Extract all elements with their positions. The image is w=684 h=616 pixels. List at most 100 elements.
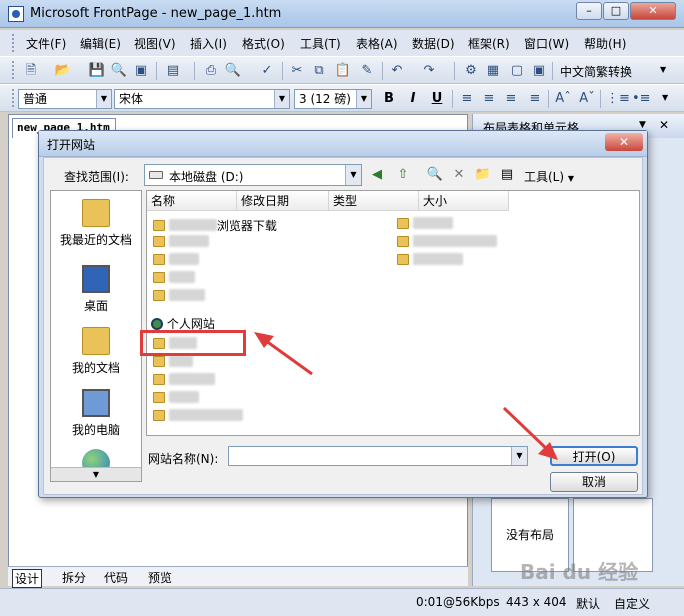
search-icon[interactable]: 🔍 bbox=[110, 62, 128, 79]
sitename-input[interactable]: ▼ bbox=[228, 446, 528, 466]
menu-edit[interactable]: 编辑(E) bbox=[80, 35, 121, 52]
toolbar-grip[interactable] bbox=[12, 61, 16, 79]
places-scroll-down[interactable]: ▼ bbox=[51, 467, 141, 481]
underline-button[interactable]: U bbox=[428, 90, 446, 107]
column-header-modified[interactable]: 修改日期 bbox=[237, 191, 329, 211]
tab-preview[interactable]: 预览 bbox=[148, 569, 172, 586]
open-button[interactable]: 打开(O) bbox=[550, 446, 638, 466]
menu-file[interactable]: 文件(F) bbox=[26, 35, 66, 52]
column-header-type[interactable]: 类型 bbox=[329, 191, 419, 211]
menu-view[interactable]: 视图(V) bbox=[134, 35, 176, 52]
column-header-name[interactable]: 名称 bbox=[147, 191, 237, 211]
list-item[interactable] bbox=[397, 217, 637, 233]
copy-icon[interactable]: ⧉ bbox=[310, 62, 328, 79]
align-right-icon[interactable]: ≡ bbox=[502, 90, 520, 107]
minimize-icon: – bbox=[586, 4, 592, 17]
bullet-list-icon[interactable]: •≡ bbox=[632, 90, 651, 107]
list-item-personal-site[interactable]: 个人网站 bbox=[151, 315, 391, 331]
menu-insert[interactable]: 插入(I) bbox=[190, 35, 227, 52]
chevron-down-icon[interactable]: ▼ bbox=[96, 90, 111, 108]
place-my-computer[interactable]: 我的电脑 bbox=[51, 389, 141, 438]
format-painter-icon[interactable]: ✎ bbox=[358, 62, 376, 79]
menu-tools[interactable]: 工具(T) bbox=[300, 35, 341, 52]
new-page-icon[interactable]: 🗎 bbox=[22, 62, 40, 79]
insert-picture-icon[interactable]: ▣ bbox=[530, 62, 548, 79]
numbered-list-icon[interactable]: ⋮≡ bbox=[606, 90, 630, 107]
justify-icon[interactable]: ≡ bbox=[526, 90, 544, 107]
bold-button[interactable]: B bbox=[380, 90, 398, 107]
chevron-down-icon[interactable]: ▼ bbox=[662, 93, 668, 102]
place-my-documents[interactable]: 我的文档 bbox=[51, 327, 141, 376]
redo-icon[interactable]: ↷ bbox=[420, 62, 438, 79]
layer-icon[interactable]: ▢ bbox=[508, 62, 526, 79]
list-item[interactable] bbox=[153, 235, 393, 251]
spelling-icon[interactable]: ✓ bbox=[258, 62, 276, 79]
preview-icon[interactable]: 🔍 bbox=[224, 62, 242, 79]
chevron-down-icon[interactable]: ▼ bbox=[356, 90, 371, 108]
list-item[interactable] bbox=[153, 355, 393, 371]
menu-window[interactable]: 窗口(W) bbox=[524, 35, 569, 52]
list-item[interactable] bbox=[153, 289, 393, 305]
menu-table[interactable]: 表格(A) bbox=[356, 35, 398, 52]
tab-split[interactable]: 拆分 bbox=[62, 569, 86, 586]
up-folder-icon[interactable]: ⇧ bbox=[394, 166, 412, 184]
insert-table-icon[interactable]: ▦ bbox=[484, 62, 502, 79]
search-web-icon[interactable]: 🔍 bbox=[426, 166, 444, 184]
chevron-down-icon[interactable]: ▼ bbox=[639, 120, 646, 130]
close-icon[interactable]: ✕ bbox=[659, 118, 669, 132]
list-item[interactable] bbox=[153, 409, 393, 425]
toggle-pane-icon[interactable]: ▤ bbox=[164, 62, 182, 79]
list-item[interactable] bbox=[153, 271, 393, 287]
new-folder-icon[interactable]: 📁 bbox=[474, 166, 492, 184]
paste-icon[interactable]: 📋 bbox=[334, 62, 352, 79]
delete-icon[interactable]: ✕ bbox=[450, 166, 468, 184]
italic-button[interactable]: I bbox=[404, 90, 422, 107]
dialog-close-button[interactable]: ✕ bbox=[605, 133, 643, 151]
cancel-button[interactable]: 取消 bbox=[550, 472, 638, 492]
decrease-font-icon[interactable]: Aˇ bbox=[578, 90, 596, 107]
chevron-down-icon[interactable]: ▼ bbox=[660, 65, 666, 74]
menu-format[interactable]: 格式(O) bbox=[242, 35, 285, 52]
print-icon[interactable]: ⎙ bbox=[202, 62, 220, 79]
tools-menu[interactable]: 工具(L) ▼ bbox=[524, 168, 574, 185]
views-icon[interactable]: ▤ bbox=[498, 166, 516, 184]
list-item[interactable] bbox=[153, 391, 393, 407]
tab-code[interactable]: 代码 bbox=[104, 569, 128, 586]
save-icon[interactable]: 💾 bbox=[88, 62, 106, 79]
place-desktop[interactable]: 桌面 bbox=[51, 265, 141, 314]
cut-icon[interactable]: ✂ bbox=[288, 62, 306, 79]
list-item[interactable] bbox=[153, 373, 393, 389]
align-left-icon[interactable]: ≡ bbox=[458, 90, 476, 107]
align-center-icon[interactable]: ≡ bbox=[480, 90, 498, 107]
minimize-button[interactable]: – bbox=[576, 2, 602, 20]
list-item[interactable] bbox=[397, 253, 637, 269]
menu-frames[interactable]: 框架(R) bbox=[468, 35, 510, 52]
style-select[interactable]: 普通 ▼ bbox=[18, 89, 112, 109]
font-size-select[interactable]: 3 (12 磅) ▼ bbox=[294, 89, 372, 109]
chevron-down-icon[interactable]: ▼ bbox=[511, 447, 527, 465]
file-list[interactable]: 名称 修改日期 类型 大小 浏览器下载 个人网站 bbox=[146, 190, 640, 436]
chinese-convert-button[interactable]: 中文简繁转换 bbox=[560, 63, 632, 80]
back-icon[interactable]: ◀ bbox=[368, 166, 386, 184]
maximize-button[interactable]: □ bbox=[603, 2, 629, 20]
list-item[interactable] bbox=[397, 235, 637, 251]
tab-design[interactable]: 设计 bbox=[12, 569, 43, 588]
column-header-size[interactable]: 大小 bbox=[419, 191, 509, 211]
open-folder-icon[interactable]: 📂 bbox=[54, 62, 72, 79]
menubar-grip[interactable] bbox=[12, 34, 16, 52]
chevron-down-icon[interactable]: ▼ bbox=[345, 165, 361, 185]
web-component-icon[interactable]: ⚙ bbox=[462, 62, 480, 79]
menu-data[interactable]: 数据(D) bbox=[412, 35, 455, 52]
publish-icon[interactable]: ▣ bbox=[132, 62, 150, 79]
font-select[interactable]: 宋体 ▼ bbox=[114, 89, 290, 109]
place-recent-documents[interactable]: 我最近的文档 bbox=[51, 199, 141, 248]
list-item[interactable]: 浏览器下载 bbox=[153, 217, 393, 233]
close-button[interactable]: ✕ bbox=[630, 2, 676, 20]
toolbar-grip[interactable] bbox=[12, 89, 16, 107]
menu-help[interactable]: 帮助(H) bbox=[584, 35, 626, 52]
chevron-down-icon[interactable]: ▼ bbox=[274, 90, 289, 108]
list-item[interactable] bbox=[153, 253, 393, 269]
undo-icon[interactable]: ↶ bbox=[388, 62, 406, 79]
lookin-select[interactable]: 本地磁盘 (D:) ▼ bbox=[144, 164, 362, 186]
increase-font-icon[interactable]: Aˆ bbox=[554, 90, 572, 107]
